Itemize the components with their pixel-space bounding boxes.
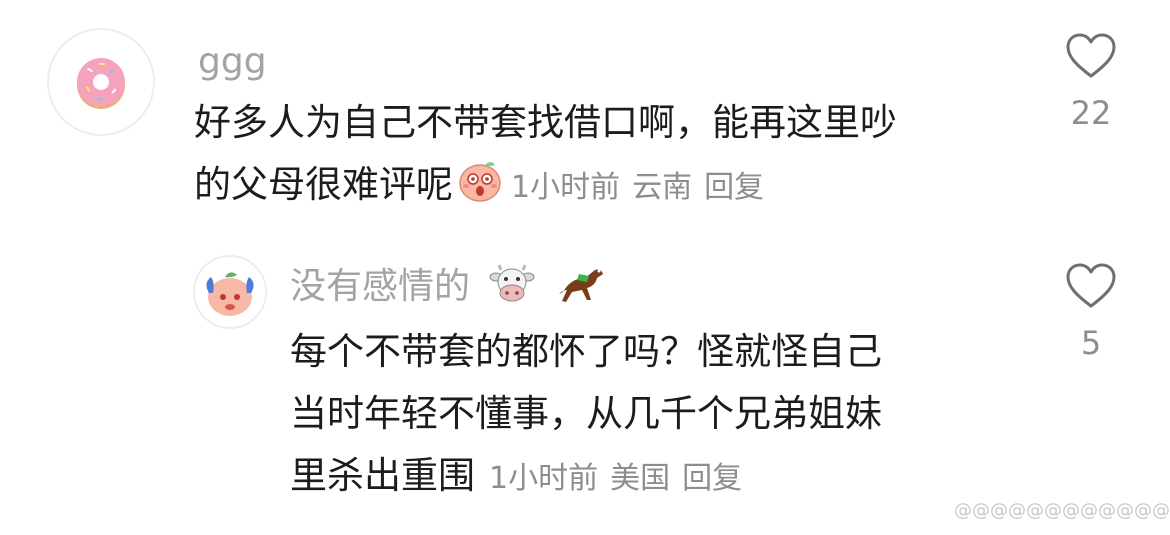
comment-like-count: 22 xyxy=(1070,94,1112,132)
comment-meta: 1小时前 云南 回复 xyxy=(511,170,776,205)
comment-text-line: 的父母很难评呢 xyxy=(194,163,453,206)
reply-text-line-last: 里杀出重围 1小时前 美国 回复 xyxy=(290,445,882,510)
reply-text-line: 里杀出重围 xyxy=(290,454,475,497)
comment-time: 1小时前 xyxy=(511,170,621,205)
watermark: @@@@@@@@@@@@ xyxy=(954,500,1170,521)
reply-username-text: 没有感情的 xyxy=(290,266,471,307)
heart-icon xyxy=(1066,263,1116,308)
heart-icon xyxy=(1066,33,1116,78)
surprised-blush-emoji-icon xyxy=(459,162,501,202)
reply-like-button[interactable]: 5 xyxy=(1061,262,1121,362)
donut-icon xyxy=(77,58,125,109)
comment-reply-button[interactable]: 回复 xyxy=(704,170,764,205)
reply-like-count: 5 xyxy=(1080,324,1102,362)
commenter-avatar[interactable] xyxy=(47,28,155,136)
comment-text-line: 好多人为自己不带套找借口啊，能再这里吵 xyxy=(194,101,897,144)
comment-text-line-last: 的父母很难评呢 1小时前 云南 回复 xyxy=(194,154,897,219)
reply-body: 每个不带套的都怀了吗？怪就怪自己 当时年轻不懂事，从几千个兄弟姐妹 里杀出重围 1… xyxy=(290,321,882,510)
reply-username[interactable]: 没有感情的 xyxy=(290,262,617,309)
reply-reply-button[interactable]: 回复 xyxy=(682,461,742,496)
comment-location: 云南 xyxy=(632,170,693,205)
reply-avatar[interactable] xyxy=(193,255,267,329)
horse-racing-icon xyxy=(558,269,603,302)
reply-location: 美国 xyxy=(610,461,671,496)
cartoon-avatar-icon xyxy=(195,257,265,327)
comment-like-button[interactable]: 22 xyxy=(1061,32,1121,132)
cow-face-icon xyxy=(489,264,535,302)
comment-body: 好多人为自己不带套找借口啊，能再这里吵 的父母很难评呢 1小时前 云南 回复 xyxy=(194,92,897,219)
reply-text-line: 当时年轻不懂事，从几千个兄弟姐妹 xyxy=(290,392,882,435)
commenter-username[interactable]: ggg xyxy=(198,40,267,84)
reply-time: 1小时前 xyxy=(489,461,599,496)
reply-meta: 1小时前 美国 回复 xyxy=(489,461,754,496)
reply-text-line: 每个不带套的都怀了吗？怪就怪自己 xyxy=(290,330,882,373)
